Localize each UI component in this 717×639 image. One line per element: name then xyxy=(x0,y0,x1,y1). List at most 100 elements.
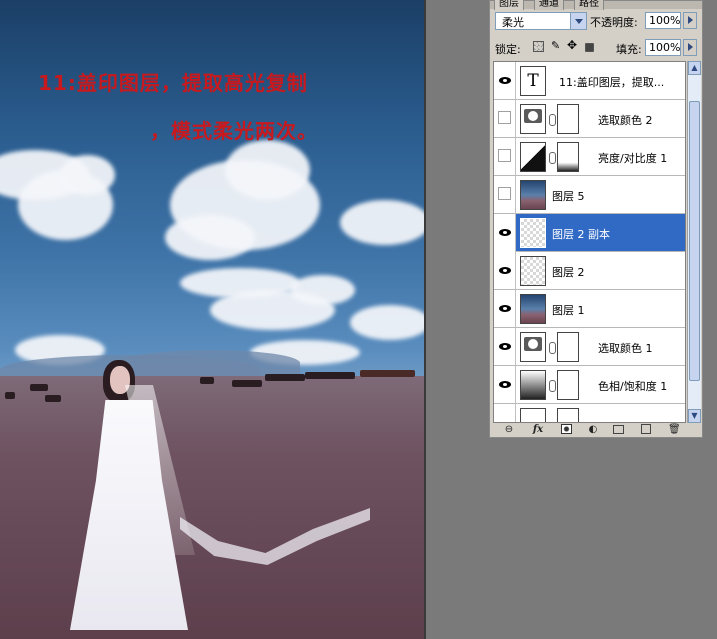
visibility-toggle[interactable] xyxy=(494,62,516,100)
transparent-thumbnail xyxy=(520,256,546,286)
eye-icon xyxy=(499,267,511,274)
cloud xyxy=(225,140,310,200)
link-icon[interactable]: ⊖ xyxy=(503,424,515,435)
layers-panel: 图层 通道 路径 柔光 不透明度: 100% 锁定: ✎ ✥ 填充: 100% … xyxy=(489,0,703,438)
layer-name: 亮度/对比度 1 xyxy=(598,152,668,165)
cloud xyxy=(350,305,424,340)
layer-name: 色相/饱和度 1 xyxy=(598,380,668,393)
fill-input[interactable]: 100% xyxy=(645,39,681,56)
visibility-toggle[interactable] xyxy=(494,290,516,328)
lock-label: 锁定: xyxy=(495,43,521,56)
canvas-border xyxy=(424,0,426,639)
layer-name: 图层 2 xyxy=(552,266,585,279)
eye-icon xyxy=(499,229,511,236)
adjustment-icon[interactable]: ◐ xyxy=(587,424,599,435)
tab-channels[interactable]: 通道 xyxy=(534,0,564,10)
layer-row[interactable]: 图层 1 xyxy=(494,290,685,328)
cattle xyxy=(265,374,305,381)
transparent-thumbnail xyxy=(520,218,546,248)
visibility-toggle[interactable] xyxy=(494,404,516,422)
hidden-box-icon xyxy=(498,111,511,124)
link-chain-icon xyxy=(549,342,556,354)
cloud xyxy=(340,200,424,245)
layer-row-selected[interactable]: 图层 2 副本 xyxy=(494,214,685,252)
layer-mask[interactable] xyxy=(557,370,579,400)
visibility-toggle[interactable] xyxy=(494,252,516,290)
link-chain-icon xyxy=(549,380,556,392)
cloud xyxy=(290,275,355,305)
visibility-toggle[interactable] xyxy=(494,366,516,404)
layer-name: 11:盖印图层，提取... xyxy=(559,76,665,89)
layer-row[interactable]: T 11:盖印图层，提取... xyxy=(494,62,685,100)
layer-mask[interactable] xyxy=(557,408,579,422)
cattle xyxy=(360,370,415,377)
lock-all-icon[interactable] xyxy=(585,43,594,52)
layers-list: T 11:盖印图层，提取... 选取颜色 2 亮度/对比度 1 图层 5 图层 … xyxy=(493,61,686,423)
opacity-input[interactable]: 100% xyxy=(645,12,681,29)
scroll-thumb[interactable] xyxy=(689,101,700,381)
scroll-up-icon[interactable]: ▲ xyxy=(688,61,701,75)
new-layer-icon[interactable] xyxy=(641,424,651,434)
tab-paths[interactable]: 路径 xyxy=(574,0,604,10)
opacity-slider-arrow-icon[interactable] xyxy=(683,12,697,29)
cattle xyxy=(45,395,61,402)
lock-position-icon[interactable]: ✥ xyxy=(567,39,578,51)
layer-row[interactable]: 图层 2 xyxy=(494,252,685,290)
layers-scrollbar[interactable]: ▲ ▼ xyxy=(687,61,701,423)
layer-name: 图层 2 副本 xyxy=(552,228,610,241)
visibility-toggle[interactable] xyxy=(494,328,516,366)
hidden-box-icon xyxy=(498,149,511,162)
layer-row-partial[interactable] xyxy=(494,404,685,422)
lock-transparent-icon[interactable] xyxy=(533,41,544,52)
layer-name: 图层 1 xyxy=(552,304,585,317)
hue-saturation-icon xyxy=(520,370,546,400)
blend-row: 柔光 不透明度: 100% xyxy=(493,11,699,33)
layer-row[interactable]: 图层 5 xyxy=(494,176,685,214)
layer-mask[interactable] xyxy=(557,104,579,134)
trash-icon[interactable]: 🗑 xyxy=(668,424,681,435)
layer-row[interactable]: 亮度/对比度 1 xyxy=(494,138,685,176)
selective-color-icon xyxy=(520,332,546,362)
layer-mask[interactable] xyxy=(557,332,579,362)
eye-icon xyxy=(499,305,511,312)
visibility-toggle[interactable] xyxy=(494,100,516,138)
layer-name: 选取颜色 2 xyxy=(598,114,653,127)
fill-slider-arrow-icon[interactable] xyxy=(683,39,697,56)
panel-tabs: 图层 通道 路径 xyxy=(490,0,702,10)
annotation-line-2: ，模式柔光两次。 xyxy=(150,119,318,143)
layer-name: 选取颜色 1 xyxy=(598,342,653,355)
visibility-toggle[interactable] xyxy=(494,214,516,252)
layer-row[interactable]: 选取颜色 1 xyxy=(494,328,685,366)
fx-icon[interactable]: fx xyxy=(529,424,547,435)
layer-mask[interactable] xyxy=(557,142,579,172)
chevron-down-icon[interactable] xyxy=(570,13,586,29)
eye-icon xyxy=(499,381,511,388)
visibility-toggle[interactable] xyxy=(494,176,516,214)
cattle xyxy=(200,377,214,384)
layer-name: 图层 5 xyxy=(552,190,585,203)
document-canvas[interactable]: 11:盖印图层，提取高光复制 ，模式柔光两次。 xyxy=(0,0,424,639)
brightness-contrast-icon xyxy=(520,142,546,172)
layer-row[interactable]: 色相/饱和度 1 xyxy=(494,366,685,404)
hidden-box-icon xyxy=(498,187,511,200)
folder-icon[interactable] xyxy=(613,425,624,434)
cattle xyxy=(305,372,355,379)
layer-thumbnail xyxy=(520,408,546,422)
cattle xyxy=(30,384,48,391)
photo-thumbnail xyxy=(520,180,546,210)
layer-row[interactable]: 选取颜色 2 xyxy=(494,100,685,138)
link-chain-icon xyxy=(549,114,556,126)
tab-layers[interactable]: 图层 xyxy=(494,0,524,10)
lock-image-icon[interactable]: ✎ xyxy=(551,40,562,51)
mask-icon[interactable] xyxy=(561,424,572,434)
eye-icon xyxy=(499,77,511,84)
cloud xyxy=(165,215,255,260)
annotation-line-1: 11:盖印图层，提取高光复制 xyxy=(38,71,308,95)
link-chain-icon xyxy=(549,152,556,164)
blend-mode-select[interactable]: 柔光 xyxy=(495,12,587,30)
visibility-toggle[interactable] xyxy=(494,138,516,176)
text-icon: T xyxy=(520,66,546,96)
eye-icon xyxy=(499,343,511,350)
selective-color-icon xyxy=(520,104,546,134)
scroll-down-icon[interactable]: ▼ xyxy=(688,409,701,423)
